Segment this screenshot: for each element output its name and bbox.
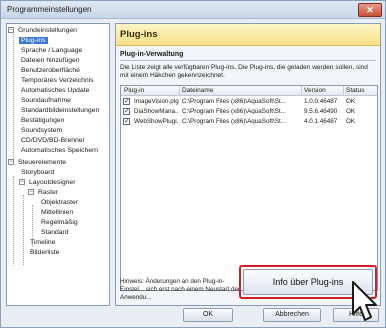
tree-item-bestaetigungen[interactable]: Bestätigungen: [19, 116, 66, 126]
plugin-row[interactable]: ✓ ImageVision.plg C:\Program Files (x86)…: [121, 97, 377, 106]
column-header-plugin[interactable]: Plug-in: [124, 87, 144, 94]
restart-hint: Hinweis: Änderungen an den Plug-in-Einst…: [120, 278, 241, 301]
tree-item-bilderliste[interactable]: Bilderliste: [28, 248, 61, 258]
plugin-version: 4.0.1.46487: [304, 118, 338, 125]
plugin-row[interactable]: ✓ WebShowPlugi... C:\Program Files (x86)…: [121, 117, 377, 126]
tree-item-storyboard[interactable]: Storyboard: [19, 168, 56, 178]
tree-item-soundaufnahme[interactable]: Soundaufnahme: [19, 96, 73, 106]
plugin-status: OK: [346, 98, 356, 105]
tree-item-regelmaessig[interactable]: Regelmäßig: [39, 218, 80, 228]
column-header-version[interactable]: Version: [304, 87, 326, 94]
tree-item-raster[interactable]: − Raster: [28, 188, 60, 198]
plugin-name: WebShowPlugi...: [134, 118, 179, 125]
collapse-icon[interactable]: −: [8, 27, 14, 33]
column-separator[interactable]: [301, 86, 302, 96]
plugin-file: C:\Program Files (x86)\AquaSoft\St...: [182, 108, 286, 115]
tree-item-steuerelemente[interactable]: − Steuerelemente: [8, 158, 68, 168]
list-header: Plug-in Dateiname Version Status: [121, 86, 377, 96]
description-text: Die Liste zeigt alle verfügbaren Plug-in…: [120, 64, 368, 79]
close-button[interactable]: ✕: [358, 3, 382, 17]
plugin-name: ImageVision.plg: [134, 98, 179, 105]
plugin-checkbox[interactable]: ✓: [123, 118, 130, 125]
tree-item-plug-ins[interactable]: Plug-ins: [19, 36, 48, 46]
tree-item-brenner[interactable]: CD/DVD/BD-Brenner: [19, 136, 87, 146]
tree-item-objektraster[interactable]: Objektraster: [39, 198, 80, 208]
tree-item-benutzeroberflaeche[interactable]: Benutzeroberfläche: [19, 66, 82, 76]
tree-item-timeline[interactable]: Timeline: [28, 238, 57, 248]
window-title: Programmeinstellungen: [7, 5, 92, 14]
plugin-name: DiaShowMana...: [134, 108, 179, 115]
panel-title: Plug-ins: [120, 29, 158, 40]
tree-guide: [23, 195, 24, 265]
plugin-checkbox[interactable]: ✓: [123, 108, 130, 115]
close-icon: ✕: [366, 5, 374, 15]
title-bar[interactable]: Programmeinstellungen ✕: [1, 1, 385, 19]
tree-item-soundsystem[interactable]: Soundsystem: [19, 126, 64, 136]
cancel-button[interactable]: Abbrechen: [263, 308, 321, 322]
collapse-icon[interactable]: −: [8, 159, 14, 165]
plugins-panel: Plug-ins Plug-in-Verwaltung Die Liste ze…: [115, 23, 381, 306]
column-separator[interactable]: [343, 86, 344, 96]
tree-item-layoutdesigner[interactable]: − Layoutdesigner: [19, 178, 77, 188]
settings-tree[interactable]: − Grundeinstellungen Plug-ins Sprache / L…: [6, 23, 110, 306]
column-header-status[interactable]: Status: [346, 87, 364, 94]
collapse-icon[interactable]: −: [19, 179, 25, 185]
plugin-status: OK: [346, 118, 356, 125]
tree-item-auto-speichern[interactable]: Automatisches Speichern: [19, 146, 100, 156]
tree-item-standard[interactable]: Standard: [39, 228, 71, 238]
section-divider: [120, 60, 376, 61]
plugin-file: C:\Program Files (x86)\AquaSoft\St...: [182, 118, 286, 125]
plugin-list[interactable]: Plug-in Dateiname Version Status ✓ Image…: [120, 85, 378, 291]
mouse-pointer-icon: [352, 281, 377, 321]
plugin-version: 1.0.0.46487: [304, 98, 338, 105]
column-separator[interactable]: [179, 86, 180, 96]
column-header-dateiname[interactable]: Dateiname: [182, 87, 213, 94]
tree-item-mittellinien[interactable]: Mittellinien: [39, 208, 75, 218]
tree-item-temp-verzeichnis[interactable]: Temporäres Verzeichnis: [19, 76, 96, 86]
tree-item-dateien-hinzufuegen[interactable]: Dateien hinzufügen: [19, 56, 82, 66]
tree-item-grundeinstellungen[interactable]: − Grundeinstellungen: [8, 26, 79, 36]
plugin-version: 9.5.6.46490: [304, 108, 338, 115]
plugin-checkbox[interactable]: ✓: [123, 98, 130, 105]
collapse-icon[interactable]: −: [28, 189, 34, 195]
tree-guide: [13, 34, 14, 163]
plugin-file: C:\Program Files (x86)\AquaSoft\St...: [182, 98, 286, 105]
tree-item-standardbild[interactable]: Standardbildeinstellungen: [19, 106, 101, 116]
tree-item-sprache[interactable]: Sprache / Language: [19, 46, 84, 56]
plugin-status: OK: [346, 108, 356, 115]
panel-header: Plug-ins: [116, 24, 380, 46]
plugin-row[interactable]: ✓ DiaShowMana... C:\Program Files (x86)\…: [121, 107, 377, 116]
tree-guide: [13, 176, 14, 266]
ok-button[interactable]: OK: [183, 308, 233, 322]
tree-item-auto-update[interactable]: Automatisches Update: [19, 86, 91, 96]
settings-window: Programmeinstellungen ✕ − Grundeinstellun…: [0, 0, 386, 328]
section-title: Plug-in-Verwaltung: [120, 51, 184, 58]
